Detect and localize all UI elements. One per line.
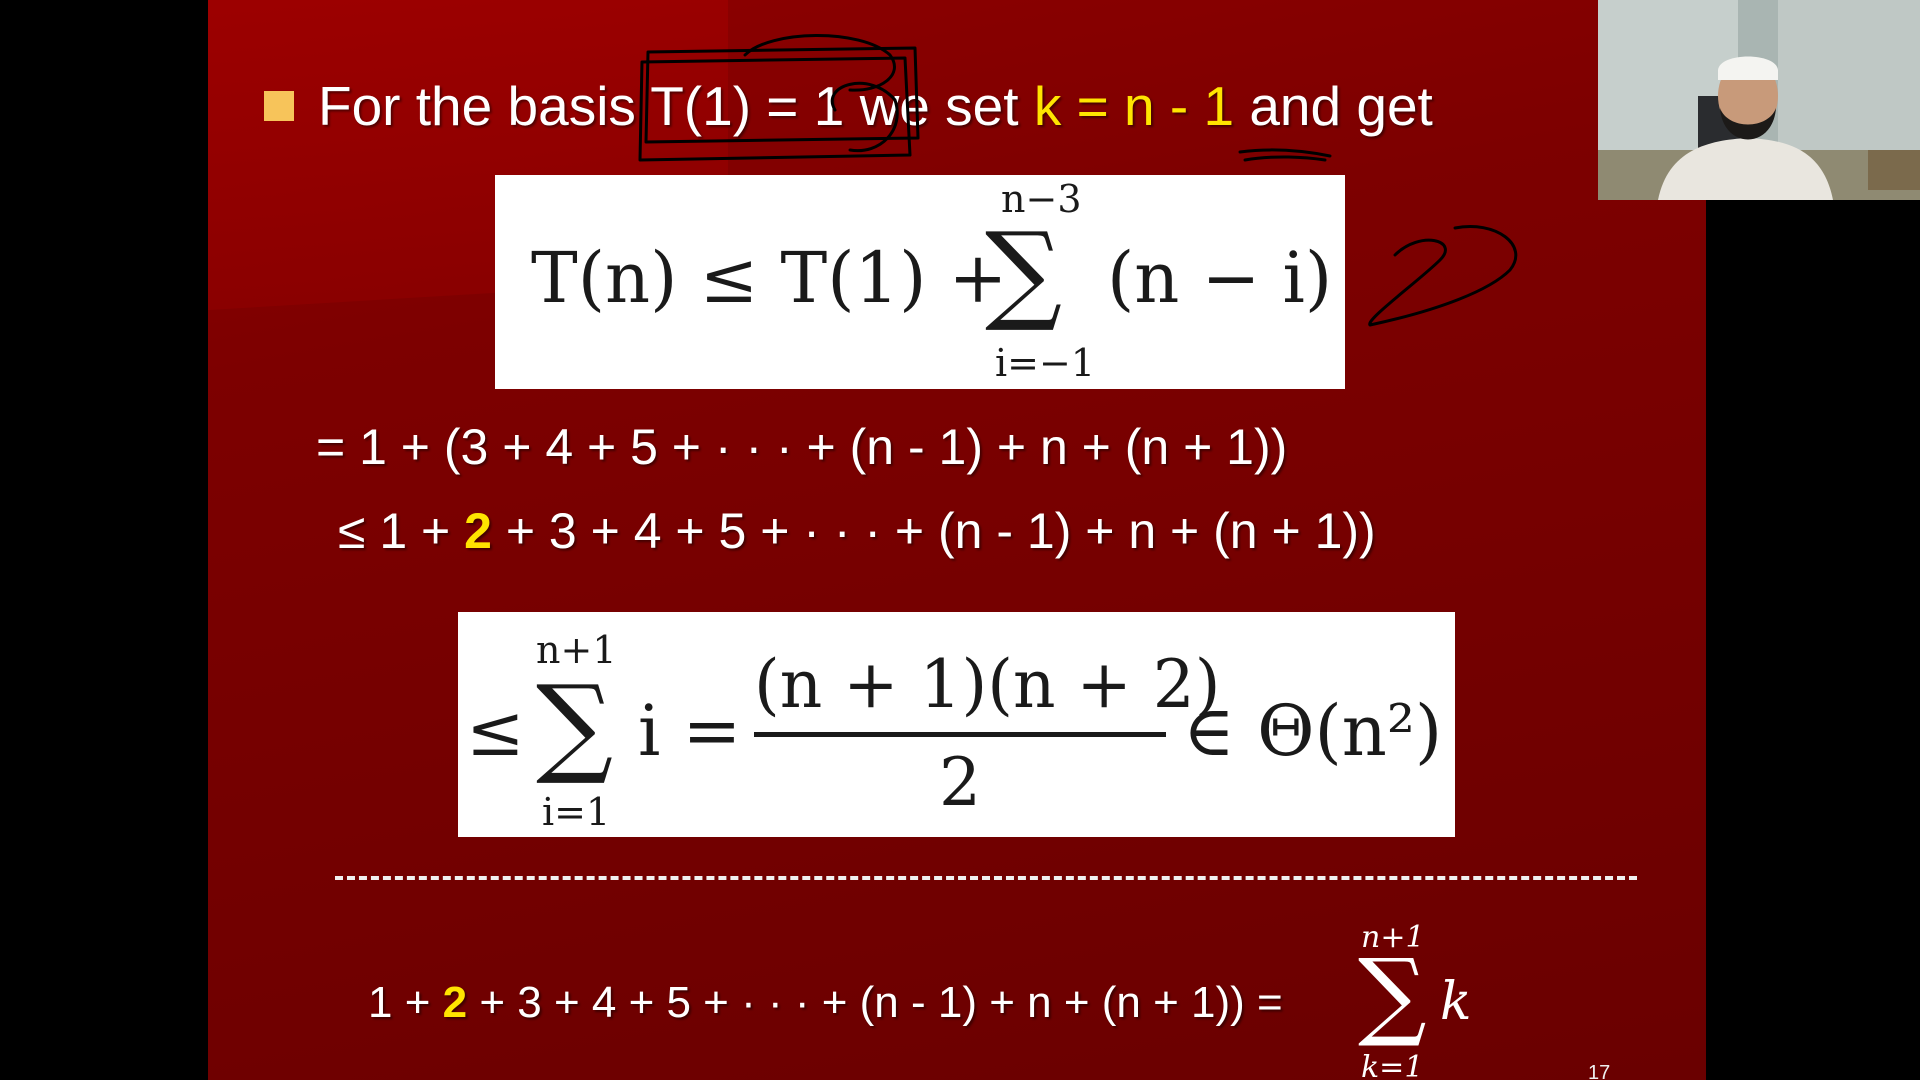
bullet-text-suffix: and get	[1234, 75, 1433, 137]
bottom-lower-limit: k=1	[1361, 1050, 1424, 1080]
eq1-lower-limit: i=−1	[995, 341, 1096, 385]
eq2-fraction-bar	[754, 732, 1166, 737]
line2-before: ≤ 1 +	[338, 503, 465, 559]
bottom-before: 1 +	[368, 978, 443, 1027]
webcam-person-image	[1598, 0, 1920, 200]
slide: For the basis T(1) = 1 we set k = n - 1 …	[208, 0, 1706, 1080]
equation-box-2: ≤ ∑ n+1 i=1 i = (n + 1)(n + 2) 2 ∈ Θ(n²)	[458, 612, 1455, 837]
dashed-separator	[335, 876, 1637, 880]
bottom-highlight: 2	[442, 978, 468, 1027]
eq2-lead: ≤	[466, 690, 525, 772]
eq1-body: (n − i)	[1107, 237, 1333, 319]
bullet-line: For the basis T(1) = 1 we set k = n - 1 …	[264, 74, 1433, 138]
eq1-sigma: ∑	[985, 210, 1063, 335]
eq2-denominator: 2	[939, 744, 981, 821]
eq2-lower-limit: i=1	[542, 790, 611, 834]
bullet-text-prefix: For the basis T(1) = 1 we set	[318, 75, 1034, 137]
eq2-upper-limit: n+1	[536, 628, 617, 672]
bullet-square-icon	[264, 91, 294, 122]
line2-after: + 3 + 4 + 5 + · · · + (n - 1) + n + (n +…	[491, 503, 1376, 559]
bullet-text-highlight: k = n - 1	[1033, 75, 1235, 137]
eq1-upper-limit: n−3	[1001, 177, 1082, 221]
webcam-overlay	[1598, 0, 1920, 200]
bottom-after: + 3 + 4 + 5 + · · · + (n - 1) + n + (n +…	[467, 978, 1283, 1027]
eq1-lhs: T(n) ≤ T(1) +	[531, 237, 1008, 319]
eq2-tail: ∈ Θ(n²)	[1183, 690, 1443, 772]
bottom-variable: k	[1440, 972, 1472, 1032]
eq2-sigma: ∑	[536, 663, 614, 788]
equation-box-1: T(n) ≤ T(1) + ∑ n−3 i=−1 (n − i)	[495, 175, 1345, 389]
bottom-upper-limit: n+1	[1361, 920, 1425, 955]
derivation-line-1: = 1 + (3 + 4 + 5 + · · · + (n - 1) + n +…	[316, 419, 1288, 475]
eq2-variable: i =	[638, 690, 742, 772]
page-number: 17	[1588, 1062, 1611, 1080]
bottom-line: 1 + 2 + 3 + 4 + 5 + · · · + (n - 1) + n …	[368, 978, 1283, 1028]
derivation-line-2: ≤ 1 + 2 + 3 + 4 + 5 + · · · + (n - 1) + …	[338, 502, 1376, 560]
bottom-sigma: ∑	[1358, 938, 1427, 1050]
eq2-numerator: (n + 1)(n + 2)	[754, 646, 1221, 723]
line2-highlight: 2	[464, 503, 492, 559]
